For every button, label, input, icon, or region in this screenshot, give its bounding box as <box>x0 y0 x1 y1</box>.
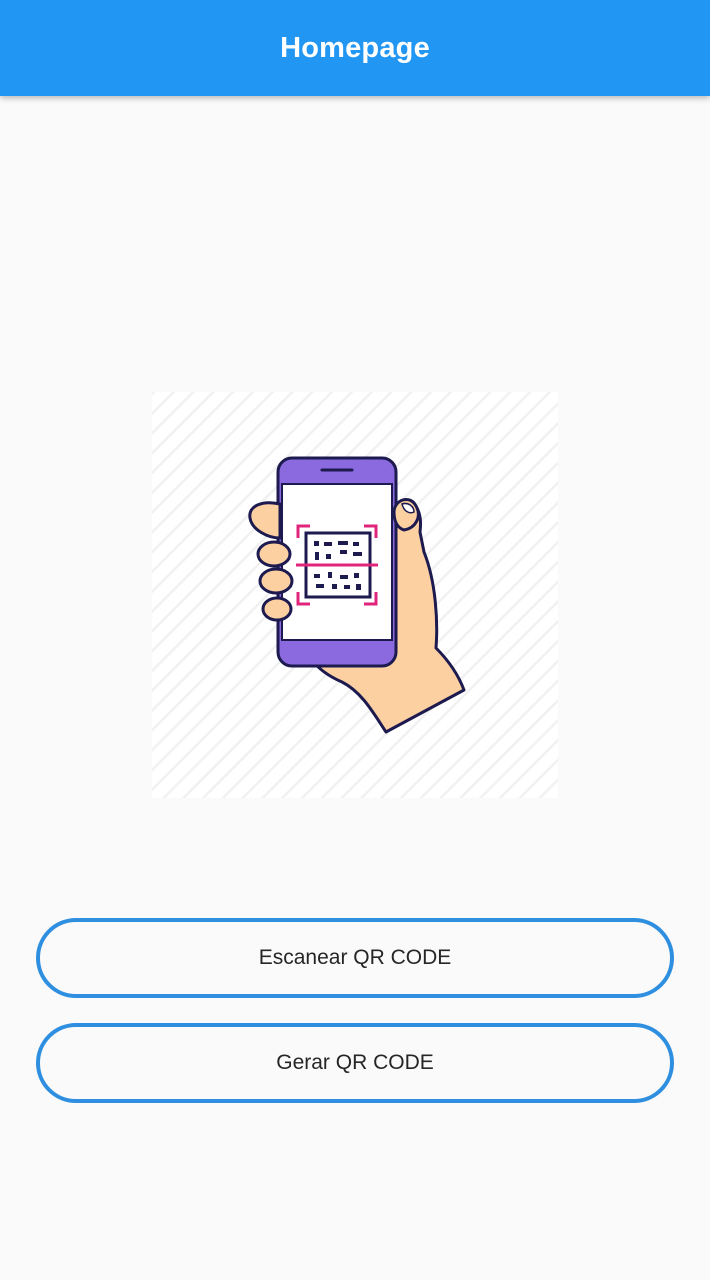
phone-scanning-qr-illustration <box>152 392 558 798</box>
qr-scan-illustration <box>152 392 558 798</box>
generate-qr-button[interactable]: Gerar QR CODE <box>36 1023 674 1103</box>
page-title: Homepage <box>280 31 430 64</box>
app-bar: Homepage <box>0 0 710 96</box>
scan-qr-button[interactable]: Escanear QR CODE <box>36 918 674 998</box>
